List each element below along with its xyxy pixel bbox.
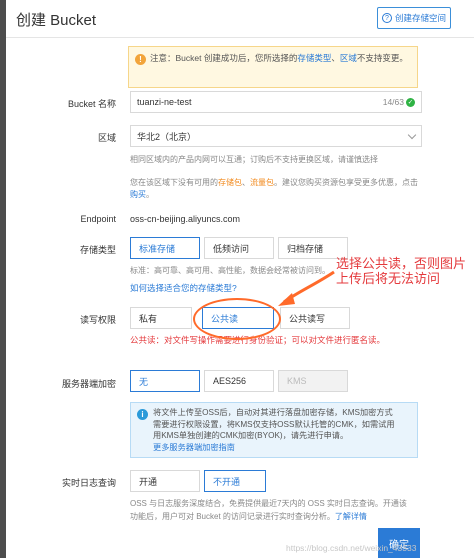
encryption-option-none[interactable]: 无 [130,370,200,392]
region-select[interactable]: 华北2（北京） [130,125,422,147]
create-bucket-help-button[interactable]: ? 创建存储空间 [377,7,451,29]
dialog-title: 创建 Bucket [16,12,97,29]
create-bucket-dialog: 创建 Bucket ? 创建存储空间 ! 注意：Bucket 创建成功后，您所选… [6,0,474,558]
realtime-log-hint-2: 功能后，用户可对 Bucket 的访问记录进行实时查询分析。了解详情 [130,512,367,521]
storage-class-highlight: 存储类型 [297,53,332,63]
encryption-info-box: i 将文件上传至OSS后，自动对其进行落盘加密存储，KMS加密方式 需要进行权限… [130,402,418,458]
encryption-guide-link[interactable]: 更多服务器端加密指南 [153,442,412,454]
realtime-log-option-enable[interactable]: 开通 [130,470,200,492]
warning-icon: ! [135,54,146,65]
bucket-name-counter: 14/63 ✓ [382,97,415,107]
storage-option-standard[interactable]: 标准存储 [130,237,200,259]
acl-label: 读写权限 [79,315,116,325]
encryption-option-kms: KMS [278,370,348,392]
encryption-option-aes256[interactable]: AES256 [204,370,274,392]
endpoint-value: oss-cn-beijing.aliyuncs.com [130,214,241,224]
help-button-label: 创建存储空间 [395,13,447,23]
region-hint: 相同区域内的产品内网可以互通；订购后不支持更换区域，请谨慎选择 [130,155,378,164]
region-label: 区域 [97,133,116,143]
bucket-name-label: Bucket 名称 [67,99,116,109]
storage-option-infrequent[interactable]: 低频访问 [204,237,274,259]
dialog-header: 创建 Bucket ? 创建存储空间 [6,0,474,38]
bucket-name-input[interactable]: tuanzi-ne-test 14/63 ✓ [130,91,422,113]
acl-option-private[interactable]: 私有 [130,307,192,329]
region-value: 华北2（北京） [137,131,197,142]
notice-box: ! 注意：Bucket 创建成功后，您所选择的存储类型、区域不支持变更。 [128,46,418,88]
info-icon: i [137,409,148,420]
storage-class-label: 存储类型 [79,245,116,255]
purchase-link[interactable]: 购买 [130,190,146,199]
bucket-name-value: tuanzi-ne-test [137,97,192,107]
encryption-label: 服务器端加密 [61,379,116,389]
chevron-down-icon [407,130,417,139]
realtime-log-option-disable[interactable]: 不开通 [204,470,266,492]
acl-option-public-read-write[interactable]: 公共读写 [280,307,350,329]
question-icon: ? [382,13,392,23]
annotation-text: 选择公共读，否则图片 上传后将无法访问 [336,256,467,286]
realtime-log-label: 实时日志查询 [61,478,116,488]
check-icon: ✓ [406,97,415,107]
endpoint-label: Endpoint [80,214,116,224]
learn-more-link[interactable]: 了解详情 [335,512,367,521]
region-package-hint: 您在该区域下没有可用的存储包、流量包。建议您购买资源包享受更多优惠，点击购买。 [130,178,418,199]
region-highlight: 区域 [339,53,357,63]
annotation-ellipse [193,298,281,340]
watermark: https://blog.csdn.net/weixin_43333 [286,543,417,553]
storage-class-guide-link[interactable]: 如何选择适合您的存储类型? [130,282,237,294]
storage-class-hint: 标准：高可靠、高可用、高性能，数据会经常被访问到。 [130,266,330,275]
realtime-log-hint: OSS 与日志服务深度结合，免费提供最近7天内的 OSS 实时日志查询。开通该 [130,499,407,508]
